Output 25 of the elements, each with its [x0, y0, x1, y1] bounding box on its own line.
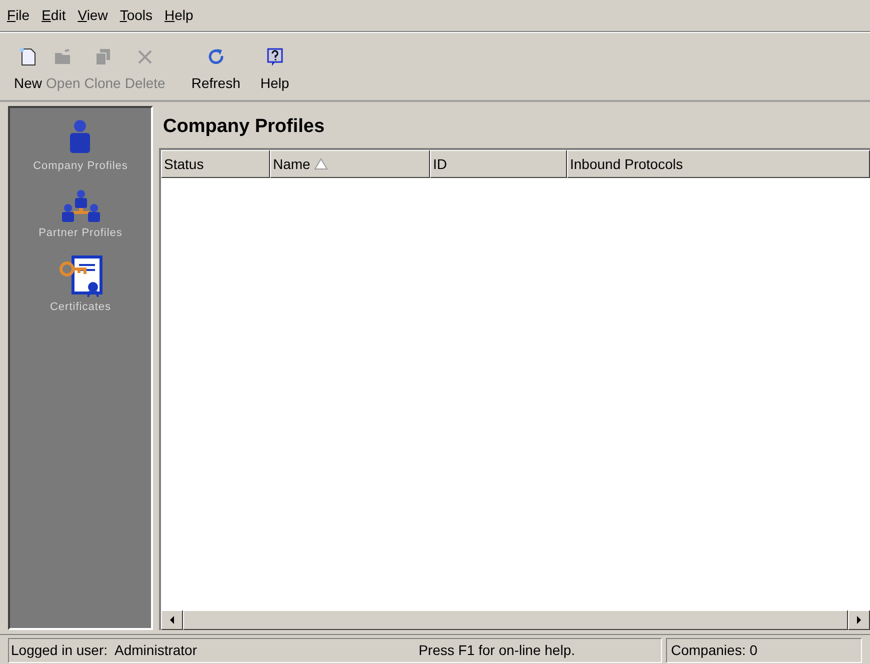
new-document-icon: [18, 47, 38, 67]
scroll-left-button[interactable]: [161, 610, 183, 630]
left-arrow-icon: [169, 616, 175, 624]
column-header[interactable]: Name: [270, 150, 430, 178]
people-group-icon: [60, 188, 102, 222]
help-hint-text: Press F1 for on-line help.: [418, 641, 575, 660]
toolbar-button[interactable]: Help: [258, 47, 292, 94]
column-header[interactable]: Inbound Protocols: [567, 150, 870, 178]
help-icon: [264, 47, 285, 67]
menu-item[interactable]: Tools: [118, 5, 154, 26]
menu-item[interactable]: View: [76, 5, 109, 26]
menu-item[interactable]: File: [6, 5, 31, 26]
panel-title: Company Profiles: [162, 114, 326, 139]
column-header[interactable]: Status: [161, 150, 270, 178]
certificate-key-icon: [58, 255, 102, 297]
scroll-right-button[interactable]: [848, 610, 870, 630]
right-arrow-icon: [856, 616, 862, 624]
count-status-panel: Companies: 0: [666, 638, 862, 663]
logged-in-user-text: Logged in user: Administrator: [11, 641, 197, 660]
sort-ascending-icon: [314, 158, 328, 170]
menu-item[interactable]: Edit: [40, 5, 67, 26]
column-header[interactable]: ID: [430, 150, 567, 178]
toolbar-button[interactable]: New: [12, 47, 44, 94]
toolbar-button[interactable]: Refresh: [189, 47, 242, 94]
menu-item[interactable]: Help: [164, 5, 194, 26]
